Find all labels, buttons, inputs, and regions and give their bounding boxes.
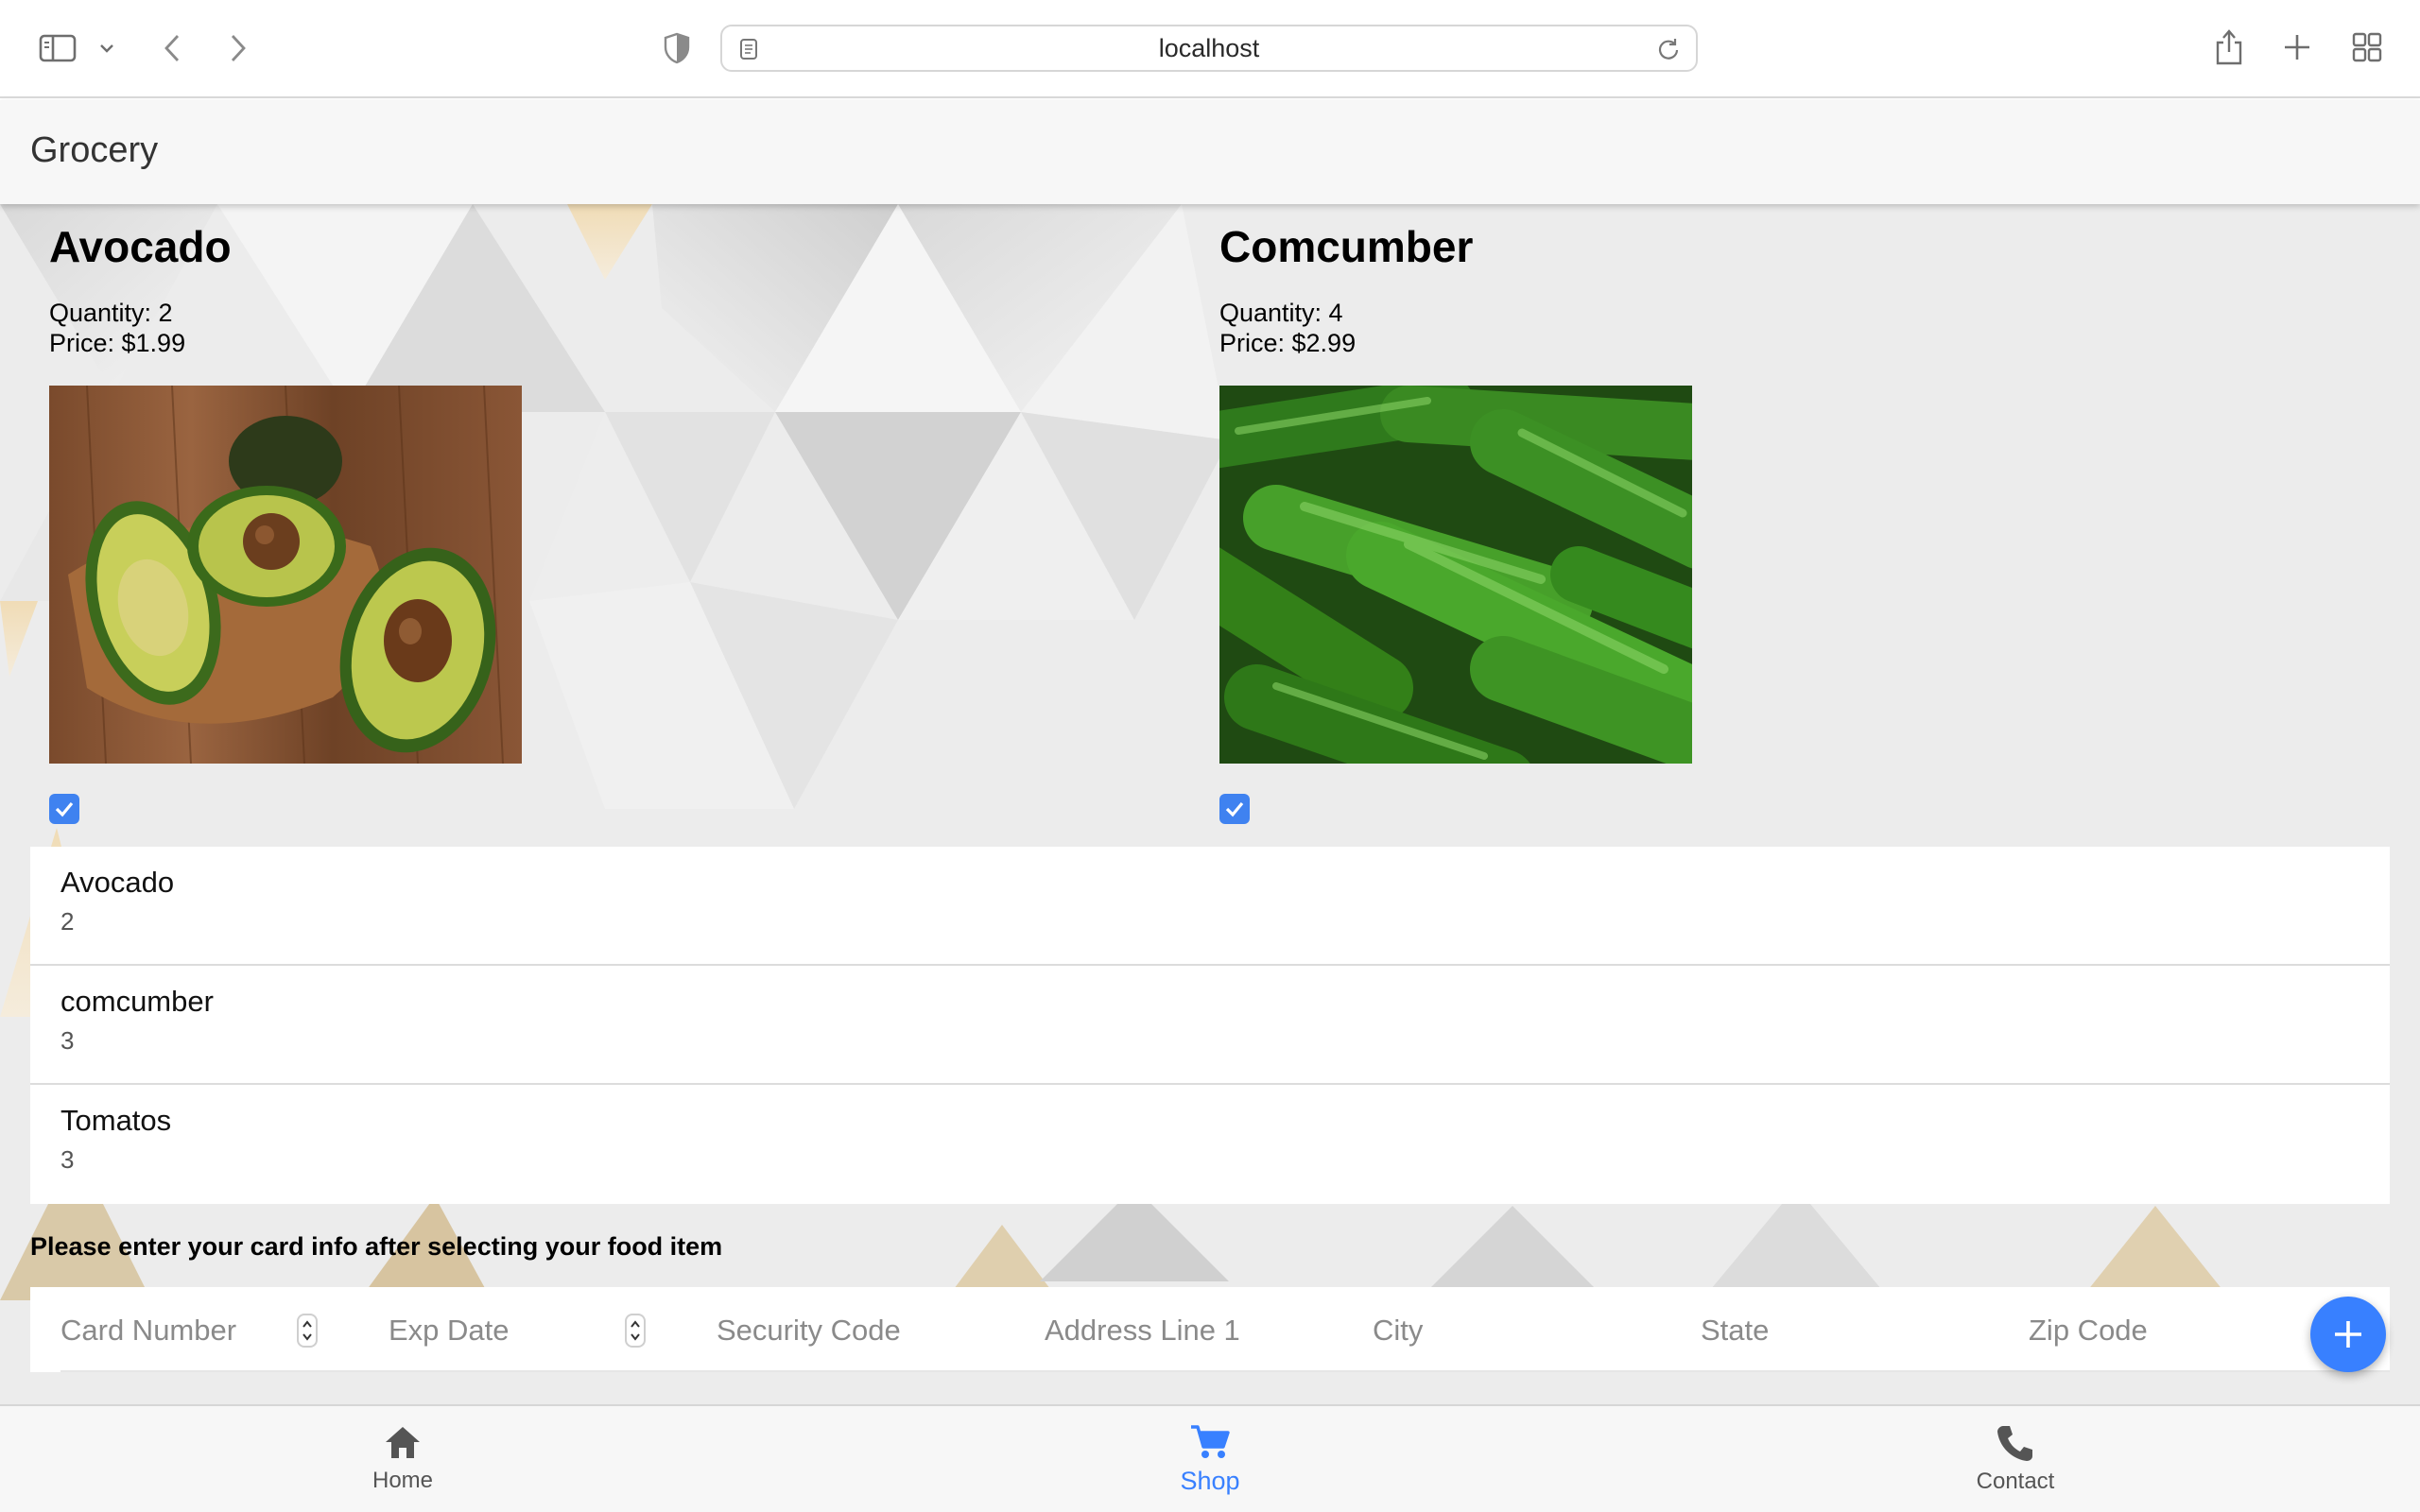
city-input[interactable] — [1373, 1308, 1628, 1353]
product-price: Price: $1.99 — [49, 329, 186, 357]
security-code-input[interactable] — [717, 1308, 972, 1353]
list-item-qty: 2 — [60, 907, 75, 936]
chevron-down-icon[interactable] — [96, 38, 117, 59]
product-name: Avocado — [49, 222, 232, 271]
product-price: Price: $2.99 — [1219, 329, 1357, 357]
list-item[interactable]: comcumber 3 — [30, 966, 2390, 1085]
product-quantity: Quantity: 2 — [49, 299, 173, 327]
sidebar-icon[interactable] — [38, 32, 78, 64]
address-field — [1014, 1287, 1317, 1372]
url-text: localhost — [1158, 34, 1260, 62]
add-button[interactable] — [2310, 1297, 2386, 1372]
list-item-name: Tomatos — [60, 1104, 172, 1137]
product-checkbox[interactable] — [1219, 794, 1250, 824]
tab-contact[interactable]: Contact — [1921, 1406, 2110, 1512]
tab-label: Shop — [1180, 1466, 1240, 1495]
product-name: Comcumber — [1219, 222, 1474, 271]
tab-shop[interactable]: Shop — [1115, 1406, 1305, 1512]
list-item-name: Avocado — [60, 866, 175, 899]
zip-field — [1998, 1287, 2301, 1372]
card-number-input[interactable] — [60, 1308, 316, 1353]
plus-icon — [2335, 1321, 2361, 1348]
form-divider — [60, 1370, 2390, 1372]
tab-label: Contact — [1976, 1469, 2055, 1494]
cart-icon — [1191, 1424, 1230, 1458]
list-item-name: comcumber — [60, 985, 214, 1018]
exp-date-field — [358, 1287, 661, 1372]
plus-icon[interactable] — [2280, 30, 2314, 64]
cucumber-photo — [1219, 386, 1692, 764]
tab-label: Home — [372, 1468, 434, 1493]
cart-list: Avocado 2 comcumber 3 Tomatos 3 — [30, 847, 2390, 1204]
reload-icon[interactable] — [1656, 37, 1681, 66]
browser-toolbar: localhost — [0, 0, 2420, 98]
content-area: Avocado Quantity: 2 Price: $1.99 Comcumb… — [0, 204, 2420, 1404]
address-input[interactable] — [1045, 1308, 1300, 1353]
exp-date-stepper[interactable] — [625, 1314, 646, 1348]
city-field — [1342, 1287, 1645, 1372]
back-icon[interactable] — [159, 30, 185, 66]
product-quantity: Quantity: 4 — [1219, 299, 1343, 327]
tabs-grid-icon[interactable] — [2350, 30, 2384, 64]
card-number-stepper[interactable] — [297, 1314, 318, 1348]
security-code-field — [686, 1287, 989, 1372]
home-icon — [386, 1427, 420, 1458]
background-pattern — [0, 204, 2420, 1404]
share-icon[interactable] — [2212, 26, 2246, 68]
card-prompt: Please enter your card info after select… — [30, 1232, 723, 1261]
product-checkbox[interactable] — [49, 794, 79, 824]
list-item[interactable]: Avocado 2 — [30, 847, 2390, 966]
app-header: Grocery — [0, 100, 2420, 204]
card-number-field — [30, 1287, 333, 1372]
tab-home[interactable]: Home — [308, 1406, 497, 1512]
tab-bar: Home Shop Contact — [0, 1404, 2420, 1512]
card-form — [30, 1287, 2390, 1372]
page-title: Grocery — [30, 130, 159, 170]
state-field — [1670, 1287, 1973, 1372]
zip-input[interactable] — [2029, 1308, 2284, 1353]
shield-icon[interactable] — [662, 32, 692, 64]
state-input[interactable] — [1701, 1308, 1956, 1353]
exp-date-input[interactable] — [389, 1308, 644, 1353]
forward-icon[interactable] — [225, 30, 251, 66]
avocado-photo — [49, 386, 522, 764]
phone-icon — [1997, 1426, 2032, 1461]
list-item[interactable]: Tomatos 3 — [30, 1085, 2390, 1204]
address-bar[interactable]: localhost — [720, 25, 1698, 72]
list-item-qty: 3 — [60, 1145, 75, 1174]
list-item-qty: 3 — [60, 1026, 75, 1055]
